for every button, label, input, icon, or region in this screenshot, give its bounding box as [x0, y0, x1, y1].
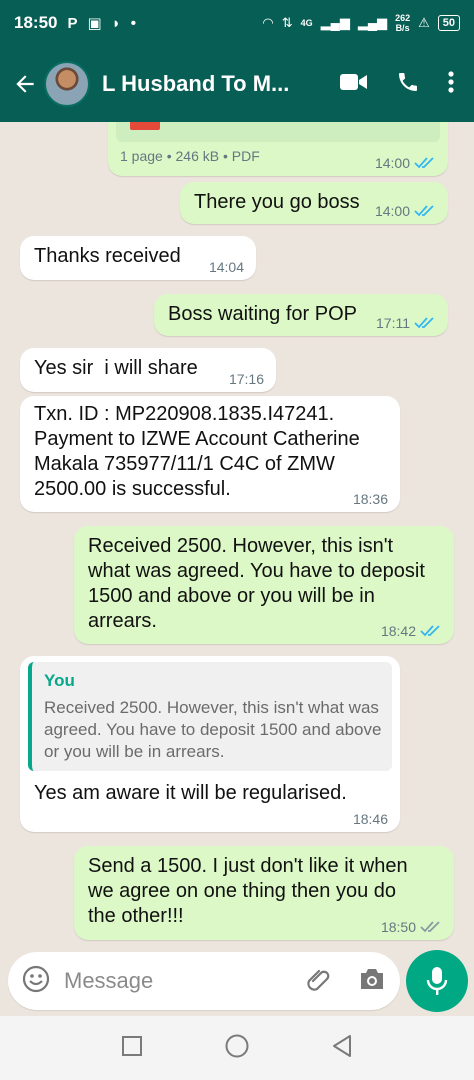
- message-incoming[interactable]: Thanks received 14:04: [20, 236, 256, 280]
- signal-icon-2: ▂▄▆: [357, 15, 388, 30]
- message-text: Thanks received: [34, 245, 181, 267]
- battery-indicator: 50: [437, 15, 460, 31]
- read-ticks-icon: [414, 317, 434, 329]
- quoted-message[interactable]: You Received 2500. However, this isn't w…: [28, 662, 392, 771]
- mic-icon: [426, 967, 448, 995]
- emoji-button[interactable]: [22, 965, 50, 998]
- network-speed-value: 262: [395, 13, 411, 23]
- message-meta: 18:42: [381, 624, 442, 638]
- delivered-ticks-icon: [420, 921, 440, 933]
- dot-icon: •: [130, 14, 137, 32]
- read-ticks-icon: [414, 157, 434, 169]
- message-outgoing[interactable]: Send a 1500. I just don't like it when w…: [74, 846, 454, 940]
- pdf-file-icon: [130, 122, 160, 130]
- back-button[interactable]: [6, 65, 44, 103]
- message-pdf[interactable]: 1 page • 246 kB • PDF 14:00: [108, 122, 448, 176]
- message-time: 18:50: [380, 919, 416, 935]
- message-incoming[interactable]: Yes sir i will share 17:16: [20, 348, 276, 392]
- video-call-button[interactable]: [340, 72, 368, 97]
- video-call-icon: [340, 73, 367, 90]
- read-ticks-icon: [420, 625, 440, 637]
- message-meta: 14:00: [375, 156, 436, 170]
- message-meta: 14:04: [209, 260, 244, 274]
- emoji-icon: [22, 965, 50, 992]
- message-time: 17:11: [376, 315, 410, 331]
- message-time: 17:16: [228, 371, 264, 387]
- avatar[interactable]: [44, 61, 90, 107]
- message-text: Yes sir i will share: [34, 357, 198, 379]
- message-time: 14:00: [374, 203, 410, 219]
- system-nav-bar: [0, 1016, 474, 1080]
- camera-icon: [361, 968, 383, 989]
- chat-area[interactable]: 1 page • 246 kB • PDF 14:00 There you go…: [0, 122, 474, 948]
- quoted-sender: You: [44, 671, 75, 690]
- network-speed-unit: B/s: [395, 23, 410, 33]
- message-time: 18:42: [380, 623, 416, 639]
- message-text: Yes am aware it will be regularised.: [34, 782, 347, 804]
- message-meta: 18:36: [353, 492, 388, 506]
- message-outgoing[interactable]: There you go boss 14:00: [180, 182, 448, 224]
- message-text: Txn. ID : MP220908.1835.I47241. Payment …: [34, 403, 360, 500]
- message-outgoing[interactable]: Boss waiting for POP 17:11: [154, 294, 448, 336]
- contact-name[interactable]: L Husband To M...: [102, 71, 302, 97]
- status-bar: 18:50 P ▣ ◗ • ◠ ⇅ 4G ▂▄▆ ▂▄▆ 262 B/s ⚠ 5…: [0, 0, 474, 46]
- nav-back-button[interactable]: [331, 1034, 353, 1063]
- more-options-button[interactable]: [448, 70, 454, 99]
- hotspot-icon: ◠: [262, 15, 274, 30]
- message-meta: 18:46: [353, 812, 388, 826]
- message-outgoing[interactable]: Received 2500. However, this isn't what …: [74, 526, 454, 644]
- nav-back-icon: [333, 1034, 352, 1057]
- message-meta: 14:00: [375, 204, 436, 218]
- message-time: 18:36: [352, 491, 388, 507]
- message-text: Send a 1500. I just don't like it when w…: [88, 855, 408, 927]
- message-text: Boss waiting for POP: [168, 303, 357, 325]
- network-speed: 262 B/s: [395, 13, 410, 33]
- network-type: 4G: [300, 18, 313, 28]
- voice-call-button[interactable]: [396, 70, 420, 99]
- message-input[interactable]: [64, 968, 274, 994]
- more-options-icon: [448, 70, 454, 93]
- nfc-icon: ◗: [111, 14, 121, 32]
- alarm-icon: ⚠: [418, 15, 430, 30]
- pdf-preview-strip: [116, 122, 440, 142]
- contact-card-icon: ▣: [87, 15, 102, 32]
- message-meta: 17:11: [376, 316, 436, 330]
- parking-icon: P: [67, 14, 78, 32]
- nav-home-button[interactable]: [224, 1033, 250, 1064]
- signal-icon: ▂▄▆: [320, 15, 350, 30]
- message-meta: 18:50: [381, 920, 442, 934]
- message-text: Received 2500. However, this isn't what …: [88, 535, 425, 632]
- nav-recents-icon: [121, 1035, 142, 1056]
- back-arrow-icon: [16, 75, 34, 93]
- message-reply[interactable]: You Received 2500. However, this isn't w…: [20, 656, 400, 832]
- attach-icon: [307, 969, 330, 991]
- message-time: 14:00: [374, 155, 410, 171]
- status-time: 18:50: [14, 13, 58, 32]
- read-ticks-icon: [414, 205, 434, 217]
- nav-home-icon: [225, 1034, 249, 1057]
- nav-recents-button[interactable]: [121, 1035, 143, 1062]
- voice-call-icon: [399, 72, 417, 91]
- attach-button[interactable]: [304, 965, 332, 998]
- chat-header: L Husband To M...: [0, 46, 474, 122]
- message-text: There you go boss: [194, 191, 360, 213]
- message-time: 18:46: [352, 811, 388, 827]
- message-time: 14:04: [208, 259, 244, 275]
- mic-button[interactable]: [406, 950, 468, 1012]
- message-meta: 17:16: [229, 372, 264, 386]
- quoted-text: Received 2500. However, this isn't what …: [44, 698, 382, 761]
- message-incoming[interactable]: Txn. ID : MP220908.1835.I47241. Payment …: [20, 396, 400, 512]
- composer: [0, 948, 474, 1016]
- file-meta: 1 page • 246 kB • PDF: [120, 148, 260, 164]
- message-input-box[interactable]: [8, 952, 400, 1010]
- data-arrows-icon: ⇅: [281, 15, 293, 30]
- camera-button[interactable]: [358, 966, 386, 997]
